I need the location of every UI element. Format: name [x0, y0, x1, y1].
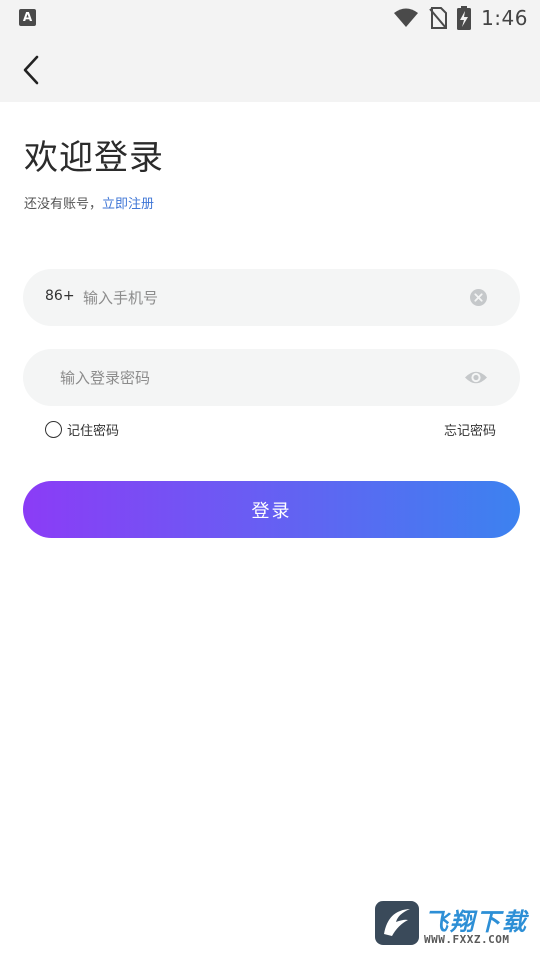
show-password-button[interactable]: [464, 367, 488, 388]
password-input[interactable]: [60, 361, 450, 394]
eye-icon: [465, 371, 487, 384]
battery-charging-icon: [457, 6, 472, 30]
radio-circle-icon[interactable]: [45, 420, 62, 438]
phone-input-row: 86+: [23, 269, 520, 326]
notification-app-icon: A: [19, 9, 36, 26]
status-icons: 1:46: [393, 5, 528, 31]
password-input-row: [23, 349, 520, 406]
country-code[interactable]: 86+: [45, 288, 75, 304]
site-watermark: 飞翔下载 WWW.FXXZ.COM: [374, 900, 530, 950]
wifi-icon: [394, 8, 419, 27]
watermark-title: 飞翔下载: [424, 908, 528, 936]
forgot-password-link[interactable]: 忘记密码: [444, 420, 496, 439]
login-button[interactable]: 登录: [23, 481, 520, 538]
header-bar: [0, 36, 540, 102]
no-sim-icon: [429, 7, 448, 29]
register-link[interactable]: 立即注册: [102, 197, 154, 212]
status-bar: A 1:46: [0, 0, 540, 36]
clock-time: 1:46: [481, 6, 528, 30]
clear-phone-button[interactable]: [470, 289, 487, 306]
chevron-left-icon: [23, 55, 39, 85]
phone-input[interactable]: [83, 281, 453, 314]
register-prompt: 还没有账号，: [24, 197, 103, 212]
page-title: 欢迎登录: [24, 138, 164, 178]
remember-password-toggle[interactable]: 记住密码: [45, 418, 119, 440]
back-button[interactable]: [14, 50, 54, 90]
fxxz-logo-icon: [375, 901, 419, 945]
register-hint: 还没有账号，立即注册: [24, 193, 154, 212]
remember-password-label: 记住密码: [67, 423, 120, 439]
clear-icon: [470, 289, 487, 306]
watermark-url: WWW.FXXZ.COM: [424, 933, 510, 946]
